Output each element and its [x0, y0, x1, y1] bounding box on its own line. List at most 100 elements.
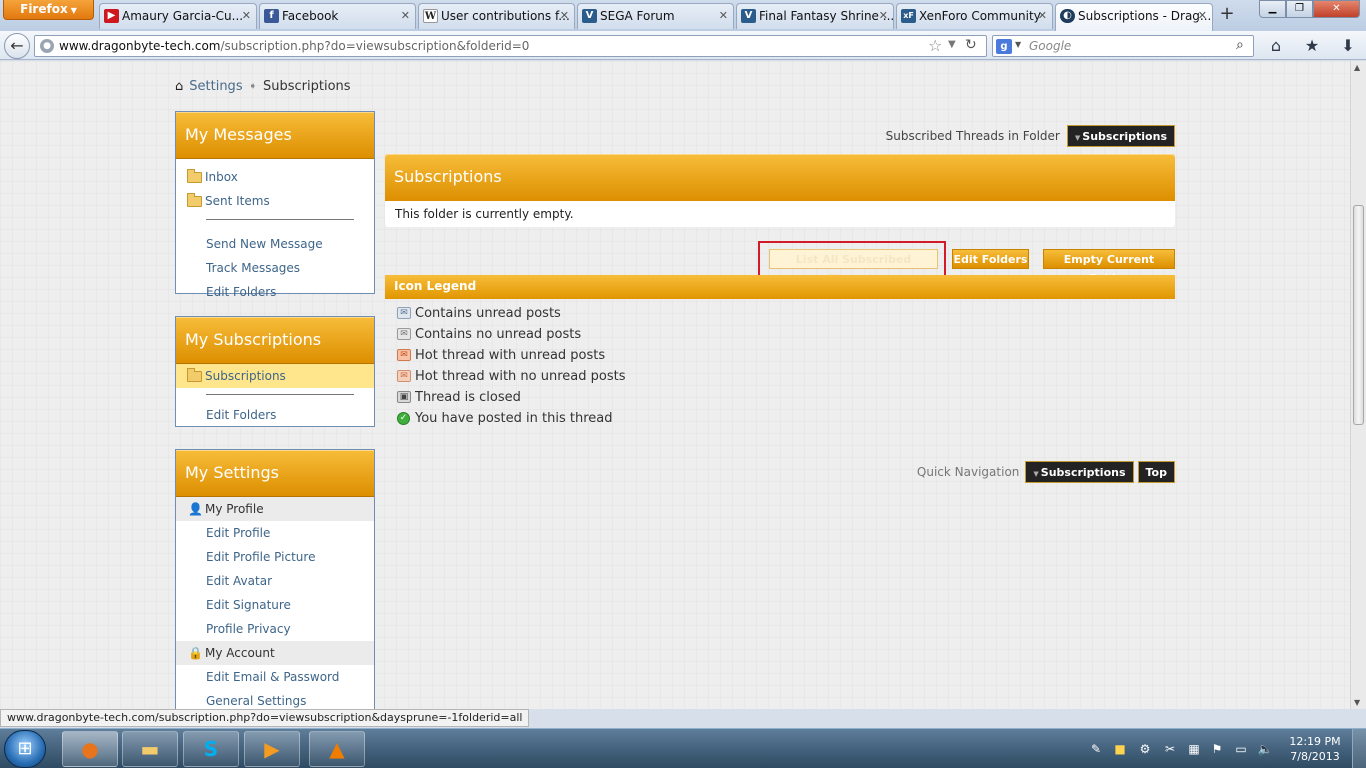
- sidebar-subheading-my-profile: 👤 My Profile: [176, 497, 374, 521]
- scrollbar-thumb[interactable]: [1353, 205, 1364, 425]
- tab-label: Final Fantasy Shrine ...: [759, 9, 894, 23]
- tray-utility-icon[interactable]: ✂: [1162, 741, 1178, 757]
- reload-icon[interactable]: ↻: [965, 37, 977, 53]
- close-icon[interactable]: ✕: [1038, 4, 1047, 28]
- top-button[interactable]: Top: [1137, 461, 1175, 483]
- quick-navigation-label: Quick Navigation: [916, 465, 1020, 479]
- folder-icon: ▬: [140, 737, 160, 761]
- search-icon[interactable]: ⌕: [1236, 37, 1244, 53]
- firefox-taskbar-icon[interactable]: ●: [62, 731, 118, 767]
- history-dropdown-icon[interactable]: ▼: [948, 39, 956, 50]
- subheading-label: My Account: [205, 646, 275, 660]
- sidebar-item-general-settings[interactable]: General Settings: [176, 689, 374, 709]
- chevron-down-icon: ▼: [1033, 470, 1039, 478]
- close-icon[interactable]: ✕: [401, 4, 410, 28]
- legend-label: Hot thread with unread posts: [415, 348, 606, 363]
- skype-icon: S: [203, 737, 219, 761]
- sidebar-item-edit-profile[interactable]: Edit Profile: [176, 521, 374, 545]
- tab-subscriptions[interactable]: ◐ Subscriptions - Drag... ✕: [1055, 3, 1213, 31]
- network-icon[interactable]: ▭: [1233, 741, 1249, 757]
- hot-no-unread-icon: ✉: [397, 370, 411, 382]
- firefox-menu-button[interactable]: Firefox ▼: [3, 0, 94, 20]
- sidebar-item-edit-signature[interactable]: Edit Signature: [176, 593, 374, 617]
- skype-taskbar-icon[interactable]: S: [183, 731, 239, 767]
- quick-navigation-select[interactable]: ▼ Subscriptions: [1025, 461, 1134, 483]
- breadcrumb-settings[interactable]: Settings: [189, 79, 242, 94]
- tray-app-icon[interactable]: ✎: [1088, 741, 1104, 757]
- downloads-icon[interactable]: ⬇: [1338, 36, 1358, 56]
- scroll-down-icon[interactable]: ▼: [1354, 698, 1360, 707]
- close-icon[interactable]: ✕: [879, 4, 888, 28]
- address-bar[interactable]: ● www.dragonbyte-tech.com/subscription.p…: [34, 35, 987, 57]
- folder-selector-label: Subscribed Threads in Folder: [885, 129, 1060, 143]
- explorer-taskbar-icon[interactable]: ▬: [122, 731, 178, 767]
- sidebar-item-inbox[interactable]: Inbox: [176, 165, 374, 189]
- minimize-button[interactable]: ▁: [1259, 0, 1286, 18]
- search-input[interactable]: Google: [1029, 39, 1071, 53]
- subscriptions-block: Subscriptions This folder is currently e…: [385, 154, 1175, 227]
- close-icon[interactable]: ✕: [719, 4, 728, 28]
- sidebar-item-track-messages[interactable]: Track Messages: [176, 256, 374, 280]
- sidebar-item-subscriptions[interactable]: Subscriptions: [176, 364, 374, 388]
- tray-notes-icon[interactable]: ■: [1112, 741, 1128, 757]
- firefox-icon: ●: [81, 737, 99, 761]
- sidebar-item-send-new-message[interactable]: Send New Message: [176, 232, 374, 256]
- sidebar-item-edit-folders[interactable]: Edit Folders: [176, 403, 374, 427]
- search-bar[interactable]: g ▼ Google ⌕: [992, 35, 1254, 57]
- bookmarks-icon[interactable]: ★: [1302, 36, 1322, 56]
- home-icon[interactable]: ⌂: [1266, 36, 1286, 56]
- empty-current-folder-button[interactable]: Empty Current Folder: [1043, 249, 1175, 285]
- media-player-taskbar-icon[interactable]: ▶: [244, 731, 300, 767]
- list-all-subscribed-threads-button[interactable]: List All Subscribed Threads: [769, 249, 938, 285]
- sidebar-item-label: Sent Items: [205, 194, 270, 208]
- breadcrumb: ⌂ Settings ➧ Subscriptions: [175, 79, 351, 94]
- sidebar-item-edit-profile-picture[interactable]: Edit Profile Picture: [176, 545, 374, 569]
- vlc-taskbar-icon[interactable]: ▲: [309, 731, 365, 767]
- back-button[interactable]: ←: [4, 33, 30, 59]
- start-button[interactable]: ⊞: [4, 730, 46, 768]
- sidebar-item-label: Inbox: [205, 170, 238, 184]
- google-icon[interactable]: g: [996, 39, 1012, 54]
- window-close-button[interactable]: ✕: [1313, 0, 1360, 18]
- bookmark-star-icon[interactable]: ☆: [928, 36, 942, 55]
- tray-grid-icon[interactable]: ▦: [1186, 741, 1202, 757]
- tab-youtube[interactable]: ▶ Amaury Garcia-Cu... ✕: [99, 3, 257, 29]
- sidebar-item-edit-avatar[interactable]: Edit Avatar: [176, 569, 374, 593]
- tab-xenforo[interactable]: xF XenForo Community ✕: [896, 3, 1053, 29]
- tab-sega-forum[interactable]: V SEGA Forum ✕: [577, 3, 734, 29]
- sidebar-item-profile-privacy[interactable]: Profile Privacy: [176, 617, 374, 641]
- edit-folders-button[interactable]: Edit Folders: [952, 249, 1029, 269]
- breadcrumb-arrow-icon: ➧: [248, 81, 257, 92]
- windows-taskbar: ⊞ ● ▬ S ▶ ▲ ✎ ■ ⚙ ✂ ▦ ⚑ ▭ 🔈 12:19 PM 7/8…: [0, 728, 1366, 768]
- maximize-button[interactable]: ❐: [1286, 0, 1313, 18]
- vbulletin-icon: V: [582, 9, 597, 23]
- volume-icon[interactable]: 🔈: [1257, 741, 1273, 757]
- legend-title: Icon Legend: [385, 275, 1175, 299]
- close-icon[interactable]: ✕: [560, 4, 569, 28]
- legend-label: Contains no unread posts: [415, 327, 582, 342]
- close-icon[interactable]: ✕: [242, 4, 251, 28]
- close-icon[interactable]: ✕: [1198, 4, 1207, 28]
- legend-item: ✓ You have posted in this thread: [385, 408, 1175, 429]
- folder-select[interactable]: ▼ Subscriptions: [1066, 125, 1175, 147]
- sidebar-item-edit-email-password[interactable]: Edit Email & Password: [176, 665, 374, 689]
- tray-settings-icon[interactable]: ⚙: [1137, 741, 1153, 757]
- youtube-icon: ▶: [104, 9, 119, 23]
- scroll-up-icon[interactable]: ▲: [1354, 63, 1360, 72]
- new-tab-button[interactable]: +: [1216, 4, 1238, 26]
- sidebar-item-edit-folders[interactable]: Edit Folders: [176, 280, 374, 304]
- tab-wikipedia[interactable]: W User contributions f... ✕: [418, 3, 575, 29]
- status-bar: www.dragonbyte-tech.com/subscription.php…: [0, 709, 530, 727]
- show-desktop-button[interactable]: [1352, 729, 1366, 768]
- legend-label: Thread is closed: [415, 390, 521, 405]
- tab-final-fantasy-shrine[interactable]: V Final Fantasy Shrine ... ✕: [736, 3, 894, 29]
- sidebar-item-sent-items[interactable]: Sent Items: [176, 189, 374, 213]
- action-center-flag-icon[interactable]: ⚑: [1209, 741, 1225, 757]
- vertical-scrollbar[interactable]: ▲ ▼: [1350, 61, 1366, 709]
- chevron-down-icon[interactable]: ▼: [1015, 40, 1021, 49]
- sidebar-my-subscriptions: My Subscriptions Subscriptions Edit Fold…: [175, 316, 375, 427]
- tab-facebook[interactable]: f Facebook ✕: [259, 3, 416, 29]
- main-content: Subscribed Threads in Folder ▼ Subscripti…: [385, 61, 1175, 709]
- home-icon[interactable]: ⌂: [175, 79, 183, 94]
- system-clock[interactable]: 12:19 PM 7/8/2013: [1284, 734, 1346, 764]
